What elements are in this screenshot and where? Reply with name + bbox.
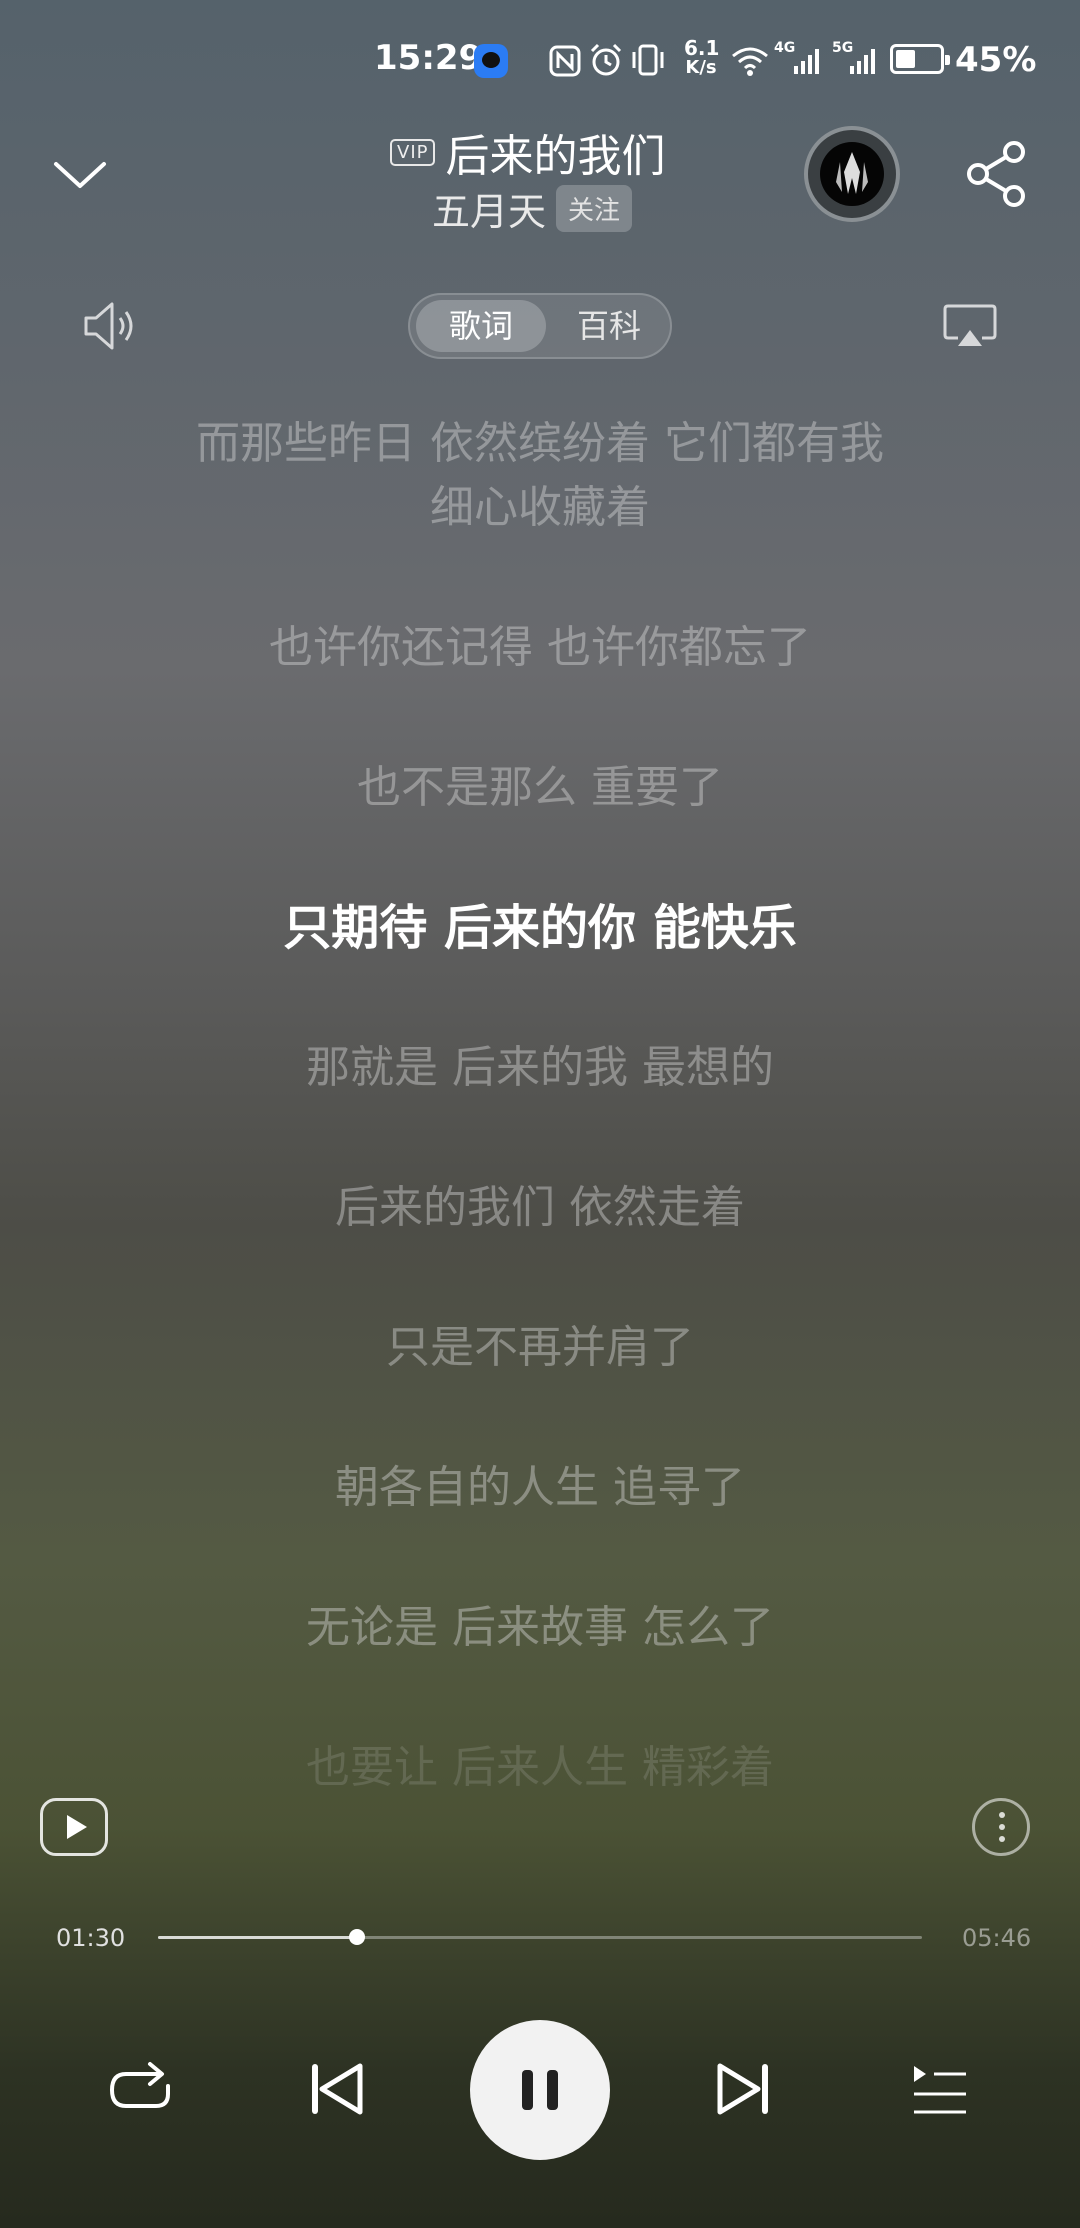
- battery-icon: [890, 44, 950, 74]
- follow-button[interactable]: 关注: [556, 184, 633, 232]
- lyric-line[interactable]: 无论是 后来故事 怎么了: [60, 1597, 1020, 1659]
- battery-percentage: 45%: [955, 40, 1037, 80]
- chevron-down-icon: [54, 162, 106, 188]
- lyric-line[interactable]: 后来的我们 依然走着: [60, 1177, 1020, 1239]
- song-title-row: VIP 后来的我们: [390, 122, 665, 182]
- cast-icon: [943, 304, 997, 346]
- cast-button[interactable]: [940, 302, 1000, 352]
- next-button[interactable]: [714, 2058, 772, 2120]
- net-speed: 6.1 K/s: [684, 36, 720, 78]
- previous-icon: [312, 2063, 363, 2115]
- alarm-icon: [590, 43, 622, 76]
- lyric-line[interactable]: 朝各自的人生 追寻了: [60, 1457, 1020, 1519]
- vip-badge: VIP: [390, 138, 436, 166]
- progress-bar[interactable]: [158, 1929, 922, 1945]
- wifi-icon: [732, 47, 768, 76]
- play-video-button[interactable]: [40, 1798, 108, 1856]
- playlist-icon: [914, 2066, 966, 2114]
- volume-icon: [84, 302, 133, 350]
- album-art-icon: [836, 152, 868, 194]
- more-icon: [999, 1812, 1005, 1818]
- artist-row: 五月天 关注: [432, 181, 633, 236]
- previous-button[interactable]: [308, 2058, 366, 2120]
- status-time: 15:29: [374, 38, 483, 78]
- total-time: 05:46: [962, 1924, 1032, 1952]
- lyric-line[interactable]: 也不是那么 重要了: [60, 757, 1020, 819]
- pause-icon: [522, 2070, 533, 2110]
- progress-fill: [158, 1936, 357, 1939]
- share-icon: [967, 141, 1025, 207]
- current-time: 01:30: [56, 1924, 126, 1952]
- lyric-line[interactable]: 也许你还记得 也许你都忘了: [60, 617, 1020, 679]
- pause-button[interactable]: [470, 2020, 610, 2160]
- nfc-icon: [549, 45, 581, 77]
- next-icon: [717, 2063, 768, 2115]
- tab-wiki[interactable]: 百科: [550, 300, 668, 352]
- current-lyric-line[interactable]: 只期待 后来的你 能快乐: [60, 897, 1020, 959]
- lyric-line[interactable]: 那就是 后来的我 最想的: [60, 1037, 1020, 1099]
- song-title: 后来的我们: [445, 131, 666, 182]
- content-tabs: 歌词 百科: [408, 293, 672, 359]
- signal-icon: [794, 49, 819, 74]
- artist-name[interactable]: 五月天: [432, 181, 546, 236]
- tab-lyrics[interactable]: 歌词: [416, 300, 546, 352]
- collapse-button[interactable]: [50, 150, 110, 200]
- lyric-line[interactable]: 而那些昨日 依然缤纷着 它们都有我: [60, 415, 1020, 475]
- signal-icon: [850, 49, 875, 74]
- repeat-icon: [109, 2062, 170, 2108]
- vibrate-icon: [632, 44, 664, 76]
- playlist-button[interactable]: [908, 2060, 970, 2120]
- album-thumbnail[interactable]: [804, 126, 900, 222]
- lyrics-area[interactable]: 而那些昨日 依然缤纷着 它们都有我 细心收藏着也许你还记得 也许你都忘了 也不是那么…: [60, 415, 1020, 1795]
- volume-button[interactable]: [80, 296, 144, 356]
- app-notification-icon: [474, 44, 508, 78]
- progress-handle[interactable]: [348, 1929, 365, 1945]
- share-button[interactable]: [960, 138, 1032, 210]
- lyric-line[interactable]: 细心收藏着: [60, 477, 1020, 539]
- more-options-button[interactable]: [972, 1798, 1030, 1856]
- repeat-button[interactable]: [106, 2060, 176, 2122]
- status-bar: 15:29 6.1 K/s 4G 5G 45%: [374, 36, 1037, 80]
- lyric-line[interactable]: 只是不再并肩了: [60, 1317, 1020, 1379]
- lyric-line[interactable]: 也要让 后来人生 精彩着: [60, 1737, 1020, 1795]
